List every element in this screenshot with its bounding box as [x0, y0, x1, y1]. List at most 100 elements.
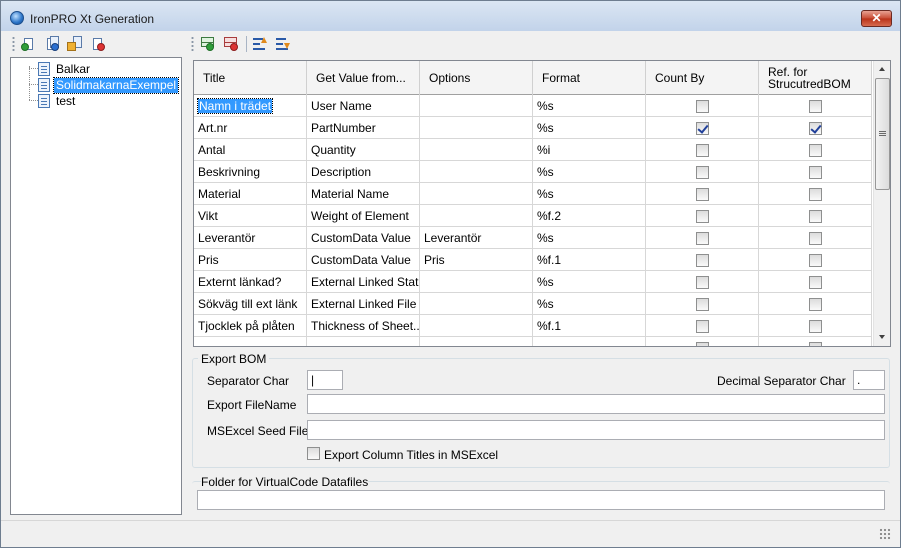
bom-columns-grid[interactable]: Title Get Value from... Options Format C…	[193, 60, 891, 347]
table-row[interactable]: Vikt Weight of Element %f.2	[194, 205, 872, 227]
cell-format[interactable]: %f.1	[533, 315, 646, 337]
separator-char-input[interactable]: |	[307, 370, 343, 390]
cell-options[interactable]	[420, 139, 533, 161]
template-tree[interactable]: Balkar SolidmakarnaExempel test	[10, 57, 182, 515]
cell-get-value[interactable]: External Linked File	[307, 293, 420, 315]
cell-options[interactable]	[420, 161, 533, 183]
import-item-icon[interactable]	[67, 36, 83, 52]
count-by-checkbox[interactable]	[695, 341, 709, 346]
cell-title[interactable]: Pris	[194, 249, 307, 271]
cell-options[interactable]	[420, 183, 533, 205]
cell-get-value[interactable]: User Name	[307, 95, 420, 117]
cell-format[interactable]: %s	[533, 183, 646, 205]
cell-get-value[interactable]: Thickness of Sheet...	[307, 315, 420, 337]
cell-format[interactable]: %s	[533, 161, 646, 183]
ref-bom-checkbox[interactable]	[808, 99, 822, 113]
cell-options[interactable]	[420, 117, 533, 139]
ref-bom-checkbox[interactable]	[808, 297, 822, 311]
count-by-checkbox[interactable]	[695, 275, 709, 289]
count-by-checkbox[interactable]	[695, 187, 709, 201]
grid-vertical-scrollbar[interactable]	[873, 61, 890, 346]
ref-bom-checkbox[interactable]	[808, 319, 822, 333]
count-by-checkbox[interactable]	[695, 99, 709, 113]
column-header-title[interactable]: Title	[194, 61, 307, 95]
scroll-up-icon[interactable]	[874, 61, 891, 78]
title-bar[interactable]: IronPRO Xt Generation ✕	[1, 1, 900, 31]
export-titles-label[interactable]: Export Column Titles in MSExcel	[324, 448, 498, 462]
count-by-checkbox[interactable]	[695, 143, 709, 157]
export-titles-checkbox[interactable]	[307, 447, 320, 460]
cell-format[interactable]: %f.2	[533, 205, 646, 227]
cell-get-value[interactable]: CustomData Value	[307, 227, 420, 249]
cell-format[interactable]: %f.1	[533, 249, 646, 271]
scroll-thumb[interactable]	[875, 78, 890, 190]
tree-item[interactable]: Balkar	[28, 61, 92, 77]
decimal-separator-input[interactable]: .	[853, 370, 885, 390]
cell-get-value[interactable]: CustomData Value	[307, 249, 420, 271]
cell-format[interactable]: %s	[533, 293, 646, 315]
cell-format[interactable]: %s	[533, 117, 646, 139]
ref-bom-checkbox[interactable]	[808, 121, 822, 135]
column-header-count-by[interactable]: Count By	[646, 61, 759, 95]
export-filename-input[interactable]	[307, 394, 885, 414]
cell-title[interactable]: Material	[194, 183, 307, 205]
count-by-checkbox[interactable]	[695, 231, 709, 245]
cell-get-value[interactable]	[307, 337, 420, 346]
ref-bom-checkbox[interactable]	[808, 143, 822, 157]
copy-item-icon[interactable]	[44, 36, 60, 52]
table-row[interactable]: Pris CustomData Value Pris %f.1	[194, 249, 872, 271]
table-row[interactable]: Sökväg till ext länk External Linked File…	[194, 293, 872, 315]
count-by-checkbox[interactable]	[695, 165, 709, 179]
toolbar-grip[interactable]	[191, 36, 194, 52]
cell-title[interactable]: Tjocklek på plåten	[194, 315, 307, 337]
cell-title[interactable]: Sökväg till ext länk	[194, 293, 307, 315]
table-row[interactable]	[194, 337, 872, 346]
cell-title[interactable]: Antal	[194, 139, 307, 161]
close-button[interactable]: ✕	[861, 10, 892, 27]
ref-bom-checkbox[interactable]	[808, 165, 822, 179]
table-row[interactable]: Leverantör CustomData Value Leverantör %s	[194, 227, 872, 249]
ref-bom-checkbox[interactable]	[808, 253, 822, 267]
column-header-options[interactable]: Options	[420, 61, 533, 95]
delete-item-icon[interactable]	[90, 36, 106, 52]
ref-bom-checkbox[interactable]	[808, 209, 822, 223]
ref-bom-checkbox[interactable]	[808, 275, 822, 289]
count-by-checkbox[interactable]	[695, 319, 709, 333]
cell-options[interactable]: Leverantör	[420, 227, 533, 249]
table-row[interactable]: Antal Quantity %i	[194, 139, 872, 161]
count-by-checkbox[interactable]	[695, 253, 709, 267]
cell-options[interactable]	[420, 293, 533, 315]
tree-item[interactable]: SolidmakarnaExempel	[28, 76, 180, 94]
cell-options[interactable]	[420, 315, 533, 337]
cell-format[interactable]	[533, 337, 646, 346]
cell-title[interactable]: Beskrivning	[194, 161, 307, 183]
table-row[interactable]: Beskrivning Description %s	[194, 161, 872, 183]
toolbar-grip[interactable]	[12, 36, 15, 52]
ref-bom-checkbox[interactable]	[808, 187, 822, 201]
cell-get-value[interactable]: External Linked Stat...	[307, 271, 420, 293]
cell-options[interactable]	[420, 337, 533, 346]
table-row[interactable]: Tjocklek på plåten Thickness of Sheet...%…	[194, 315, 872, 337]
move-up-icon[interactable]	[252, 36, 268, 52]
cell-get-value[interactable]: Material Name	[307, 183, 420, 205]
ref-bom-checkbox[interactable]	[808, 231, 822, 245]
ref-bom-checkbox[interactable]	[808, 341, 822, 346]
add-item-icon[interactable]	[21, 36, 37, 52]
cell-format[interactable]: %i	[533, 139, 646, 161]
cell-get-value[interactable]: Weight of Element	[307, 205, 420, 227]
cell-get-value[interactable]: Description	[307, 161, 420, 183]
column-header-ref-bom[interactable]: Ref. for StrucutredBOM	[759, 61, 872, 95]
delete-row-icon[interactable]	[223, 36, 239, 52]
column-header-get-value[interactable]: Get Value from...	[307, 61, 420, 95]
seed-file-input[interactable]	[307, 420, 885, 440]
scroll-down-icon[interactable]	[874, 329, 891, 346]
count-by-checkbox[interactable]	[695, 209, 709, 223]
tree-item[interactable]: test	[28, 93, 77, 109]
count-by-checkbox[interactable]	[695, 297, 709, 311]
cell-format[interactable]: %s	[533, 271, 646, 293]
move-down-icon[interactable]	[275, 36, 291, 52]
cell-options[interactable]	[420, 271, 533, 293]
cell-options[interactable]: Pris	[420, 249, 533, 271]
cell-title[interactable]: Art.nr	[194, 117, 307, 139]
column-header-format[interactable]: Format	[533, 61, 646, 95]
